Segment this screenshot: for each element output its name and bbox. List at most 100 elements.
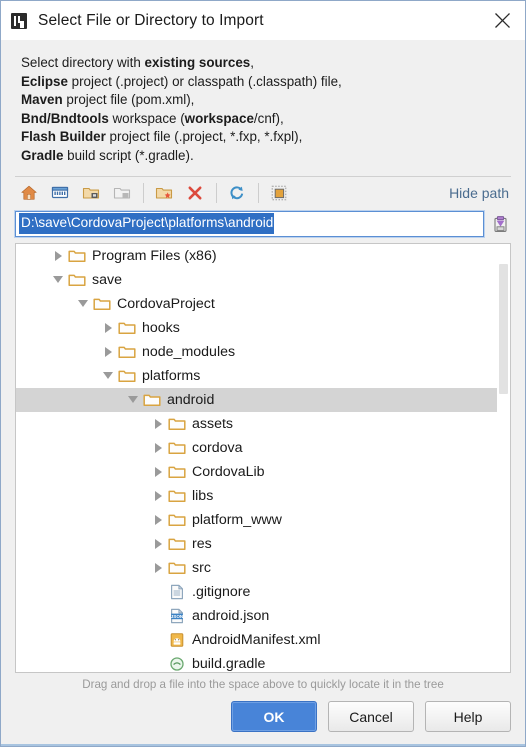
tree-row[interactable]: libs	[16, 484, 510, 508]
cancel-button[interactable]: Cancel	[328, 701, 414, 732]
tree-twisty-empty	[149, 652, 167, 672]
file-tree[interactable]: Program Files (x86) save CordovaProject hoo…	[16, 244, 510, 672]
desktop-icon[interactable]	[46, 180, 74, 206]
folder-icon	[92, 295, 111, 313]
tree-row[interactable]: CordovaProject	[16, 292, 510, 316]
tree-twisty-empty	[149, 628, 167, 652]
intellij-icon	[11, 12, 27, 29]
chevron-right-icon[interactable]	[149, 508, 167, 532]
tree-row[interactable]: platforms	[16, 364, 510, 388]
tree-row[interactable]: JSON android.json	[16, 604, 510, 628]
chevron-right-icon[interactable]	[99, 316, 117, 340]
folder-icon	[117, 343, 136, 361]
tree-row-label: save	[92, 271, 122, 288]
tree-scrollbar[interactable]	[497, 243, 510, 672]
file-toolbar: Hide path	[15, 175, 511, 210]
tree-row-label: res	[192, 535, 212, 552]
tree-row[interactable]: cordova	[16, 436, 510, 460]
help-button[interactable]: Help	[425, 701, 511, 732]
tree-row-label: android.json	[192, 607, 270, 624]
toolbar-container: Hide path	[1, 175, 525, 210]
toolbar-separator-3	[258, 183, 259, 204]
chevron-right-icon[interactable]	[149, 484, 167, 508]
chevron-right-icon[interactable]	[149, 412, 167, 436]
import-dialog: Select File or Directory to Import Selec…	[0, 0, 526, 747]
file-tree-container: Program Files (x86) save CordovaProject hoo…	[15, 242, 511, 673]
chevron-right-icon[interactable]	[149, 460, 167, 484]
folder-icon	[167, 415, 186, 433]
close-icon[interactable]	[479, 1, 525, 40]
tree-row-label: .gitignore	[192, 583, 251, 600]
folder-icon	[167, 439, 186, 457]
path-input-value: D:\save\CordovaProject\platforms\android	[19, 213, 275, 235]
folder-icon	[167, 535, 186, 553]
tree-row[interactable]: hooks	[16, 316, 510, 340]
description-text: Select directory with existing sources, E…	[1, 40, 525, 176]
chevron-right-icon[interactable]	[149, 556, 167, 580]
toolbar-separator-1	[143, 183, 144, 204]
folder-icon	[167, 559, 186, 577]
file-icon	[167, 583, 186, 601]
hide-path-link[interactable]: Hide path	[449, 185, 509, 201]
chevron-down-icon[interactable]	[49, 268, 67, 292]
tree-row[interactable]: android	[16, 387, 510, 412]
folder-icon	[67, 247, 86, 265]
description-line: Eclipse project (.project) or classpath …	[21, 73, 342, 89]
gradle-icon	[167, 655, 186, 672]
json-icon: JSON	[167, 607, 186, 625]
ok-button[interactable]: OK	[231, 701, 317, 732]
home-icon[interactable]	[15, 180, 43, 206]
tree-row-label: AndroidManifest.xml	[192, 631, 321, 648]
chevron-right-icon[interactable]	[99, 340, 117, 364]
android-icon	[167, 631, 186, 649]
tree-twisty-empty	[149, 604, 167, 628]
drag-drop-hint: Drag and drop a file into the space abov…	[1, 673, 525, 691]
tree-row[interactable]: res	[16, 532, 510, 556]
tree-row[interactable]: platform_www	[16, 508, 510, 532]
chevron-down-icon[interactable]	[99, 364, 117, 388]
tree-row[interactable]: .gitignore	[16, 580, 510, 604]
toolbar-separator-2	[216, 183, 217, 204]
description-line: Bnd/Bndtools workspace (workspace/cnf),	[21, 110, 284, 126]
project-folder-icon[interactable]	[77, 180, 105, 206]
tree-row[interactable]: AndroidManifest.xml	[16, 628, 510, 652]
path-row: D:\save\CordovaProject\platforms\android	[1, 209, 525, 243]
delete-icon[interactable]	[181, 180, 209, 206]
new-folder-icon[interactable]	[150, 180, 178, 206]
chevron-down-icon[interactable]	[124, 388, 142, 412]
title-bar: Select File or Directory to Import	[1, 1, 525, 40]
folder-icon	[117, 367, 136, 385]
tree-row[interactable]: src	[16, 556, 510, 580]
tree-row[interactable]: assets	[16, 412, 510, 436]
tree-row-label: platform_www	[192, 511, 282, 528]
tree-row-label: platforms	[142, 367, 201, 384]
tree-row[interactable]: build.gradle	[16, 652, 510, 672]
chevron-right-icon[interactable]	[149, 436, 167, 460]
tree-row[interactable]: Program Files (x86)	[16, 244, 510, 268]
tree-row-label: CordovaProject	[117, 295, 215, 312]
tree-row[interactable]: CordovaLib	[16, 460, 510, 484]
chevron-right-icon[interactable]	[49, 244, 67, 268]
paste-icon[interactable]	[489, 212, 511, 236]
description-line: Select directory with existing sources,	[21, 55, 254, 70]
tree-row[interactable]: node_modules	[16, 340, 510, 364]
svg-text:JSON: JSON	[170, 614, 183, 619]
tree-row[interactable]: save	[16, 268, 510, 292]
module-folder-icon[interactable]	[108, 180, 136, 206]
refresh-icon[interactable]	[223, 180, 251, 206]
tree-row-label: CordovaLib	[192, 463, 265, 480]
path-input[interactable]: D:\save\CordovaProject\platforms\android	[15, 210, 484, 237]
tree-row-label: android	[167, 391, 215, 408]
folder-icon	[142, 391, 161, 409]
description-line: Maven project file (pom.xml),	[21, 92, 195, 108]
chevron-right-icon[interactable]	[149, 532, 167, 556]
tree-row-label: assets	[192, 415, 234, 432]
tree-scrollbar-thumb[interactable]	[499, 263, 508, 394]
folder-icon	[67, 271, 86, 289]
description-line: Gradle build script (*.gradle).	[21, 147, 194, 163]
tree-row-label: hooks	[142, 319, 180, 336]
show-hidden-icon[interactable]	[265, 180, 293, 206]
folder-icon	[167, 487, 186, 505]
chevron-down-icon[interactable]	[74, 292, 92, 316]
description-line: Flash Builder project file (.project, *.…	[21, 129, 303, 145]
